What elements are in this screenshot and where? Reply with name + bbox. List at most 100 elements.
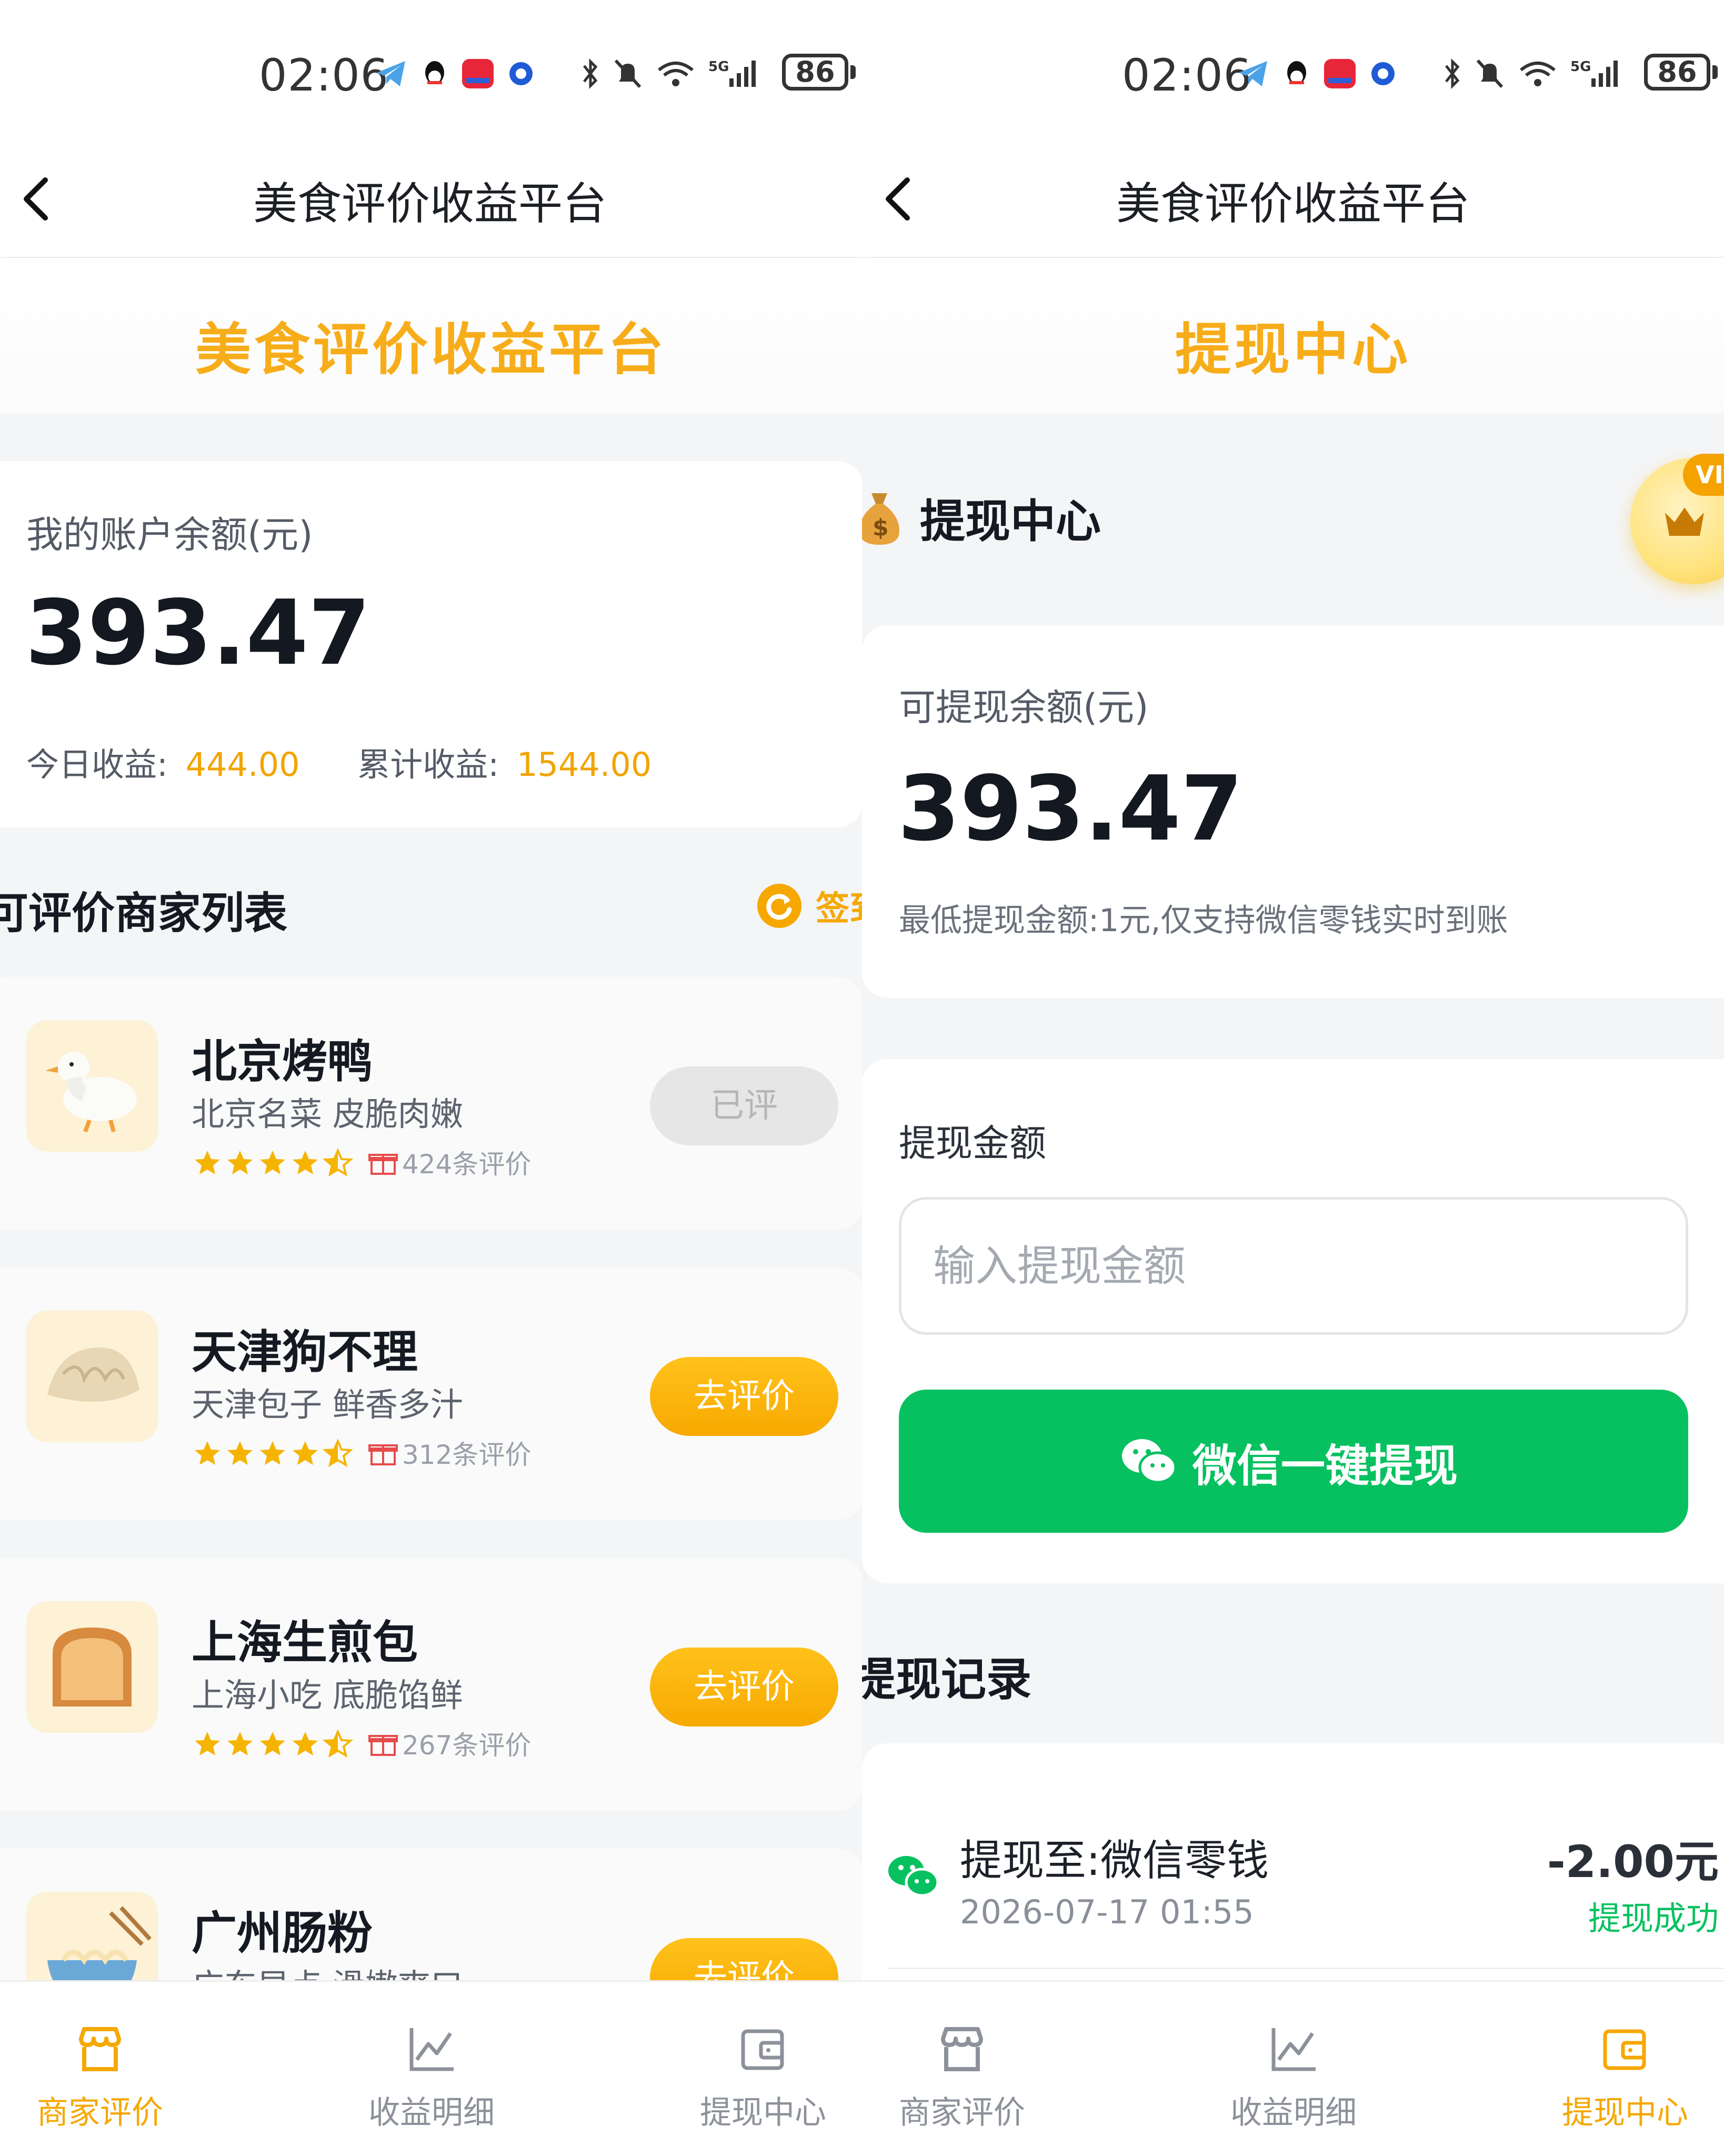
banner-title: 提现中心 — [1175, 317, 1411, 382]
nav-bar: 美食评价收益平台 — [0, 142, 862, 257]
wechat-withdraw-button[interactable]: 微信一键提现 — [899, 1390, 1688, 1533]
crown-icon — [1665, 507, 1704, 536]
dumpling-thumbnail — [26, 1311, 158, 1442]
review-count: 424条评价 — [402, 1149, 532, 1180]
tab-withdraw-center[interactable]: 提现中心 — [658, 1982, 862, 2156]
svg-text:5G: 5G — [708, 59, 729, 75]
app-ring-icon — [509, 62, 533, 85]
merchant-name: 广州肠粉 — [192, 1907, 373, 1960]
chart-line-icon — [1271, 2028, 1316, 2071]
record-row[interactable]: 提现至:微信零钱 2026-07-17 01:55 -2.00元 提现成功 — [862, 1743, 1724, 1970]
bread-icon — [53, 1628, 132, 1706]
duck-icon — [45, 1052, 137, 1133]
qq-icon — [425, 61, 444, 84]
tab-earnings-detail[interactable]: 收益明细 — [1188, 1982, 1399, 2156]
wechat-withdraw-label: 微信一键提现 — [1192, 1440, 1458, 1492]
total-earnings-label: 累计收益: — [357, 745, 499, 784]
rating-stars — [195, 1439, 354, 1468]
wifi-icon — [1520, 62, 1556, 86]
today-earnings-label: 今日收益: — [26, 745, 168, 784]
reviewed-button[interactable]: 已评 — [650, 1066, 838, 1145]
wallet-icon — [1603, 2029, 1646, 2070]
balance-label: 我的账户余额(元) — [26, 513, 313, 556]
status-bar: 02:06 5G 86 — [0, 0, 862, 142]
withdraw-header: $ 提现中心 — [862, 480, 1101, 554]
withdrawable-label: 可提现余额(元) — [899, 686, 1149, 729]
xiaohongshu-icon — [462, 59, 494, 88]
store-icon — [79, 2027, 121, 2071]
store-icon — [941, 2027, 983, 2071]
merchant-item[interactable]: 上海生煎包 上海小吃 底脆馅鲜 267条评价 去评价 — [0, 1558, 862, 1811]
bottom-tab-bar: 商家评价 收益明细 提现中心 — [0, 1980, 862, 2156]
bottom-tab-bar: 商家评价 收益明细 提现中心 — [862, 1980, 1724, 2156]
review-button[interactable]: 去评价 — [650, 1648, 838, 1726]
merchant-list-title: 可评价商家列表 — [0, 889, 288, 939]
duck-thumbnail — [26, 1020, 158, 1152]
nav-title: 美食评价收益平台 — [1116, 178, 1470, 229]
signin-button[interactable]: 签到 — [756, 882, 862, 930]
bread-thumbnail — [26, 1601, 158, 1733]
cellular-5g-icon: 5G — [1570, 59, 1618, 87]
signin-label: 签到 — [816, 890, 862, 929]
record-title: 提现至:微信零钱 — [960, 1836, 1269, 1885]
telegram-icon — [377, 61, 405, 86]
tab-merchant-review[interactable]: 商家评价 — [0, 1982, 205, 2156]
mute-bell-icon — [614, 59, 642, 88]
amount-label: 提现金额 — [899, 1122, 1046, 1165]
review-button[interactable]: 去评价 — [650, 1357, 838, 1436]
battery-tip — [850, 65, 856, 79]
merchant-name: 天津狗不理 — [192, 1326, 418, 1379]
status-time: 02:06 — [1122, 49, 1252, 101]
qq-icon — [1287, 61, 1306, 84]
balance-card: 我的账户余额(元) 393.47 今日收益: 444.00 累计收益: 1544… — [0, 461, 862, 827]
withdrawable-balance-card: 可提现余额(元) 393.47 最低提现金额:1元,仅支持微信零钱实时到账 — [862, 625, 1724, 998]
svg-text:5G: 5G — [1570, 59, 1591, 75]
record-status: 提现成功 — [1588, 1899, 1719, 1938]
withdrawable-amount: 393.47 — [898, 757, 1244, 861]
amount-input-box[interactable] — [899, 1197, 1688, 1335]
gift-icon — [368, 1444, 398, 1465]
tab-label: 提现中心 — [700, 2094, 826, 2131]
tab-withdraw-center[interactable]: 提现中心 — [1520, 1982, 1724, 2156]
balance-amount: 393.47 — [25, 581, 371, 685]
tab-earnings-detail[interactable]: 收益明细 — [326, 1982, 537, 2156]
bluetooth-icon — [1445, 58, 1460, 89]
wallet-icon — [741, 2029, 784, 2070]
rating-row: 424条评价 — [192, 1146, 532, 1180]
telegram-icon — [1239, 61, 1267, 86]
tab-label: 商家评价 — [37, 2094, 163, 2131]
merchant-review-screen: 02:06 5G 86 美食评价收益平台 美食评价收益平台 我的账户余额(元) … — [0, 0, 862, 2156]
wifi-icon — [658, 62, 694, 86]
amount-input[interactable] — [933, 1200, 1659, 1332]
tab-label: 收益明细 — [368, 2094, 495, 2131]
record-amount: -2.00元 — [1547, 1836, 1719, 1888]
banner: 提现中心 — [862, 258, 1724, 414]
status-icons: 5G — [1237, 53, 1623, 95]
chart-line-icon — [409, 2028, 454, 2071]
merchant-item[interactable]: 北京烤鸭 北京名菜 皮脆肉嫩 424条评价 已评 — [0, 977, 862, 1230]
merchant-desc: 上海小吃 底脆馅鲜 — [192, 1676, 463, 1714]
banner: 美食评价收益平台 — [0, 258, 862, 414]
tab-label: 提现中心 — [1562, 2094, 1688, 2131]
wechat-pay-icon — [888, 1856, 939, 1897]
tab-merchant-review[interactable]: 商家评价 — [862, 1982, 1067, 2156]
record-divider — [887, 1968, 1724, 1969]
gift-icon — [368, 1154, 398, 1175]
tab-label: 收益明细 — [1230, 2094, 1357, 2131]
nav-title: 美食评价收益平台 — [253, 178, 607, 229]
nav-bar: 美食评价收益平台 — [862, 142, 1724, 257]
withdraw-records-title: 提现记录 — [862, 1653, 1031, 1706]
mute-bell-icon — [1476, 59, 1504, 88]
today-earnings-value: 444.00 — [185, 745, 300, 784]
banner-title: 美食评价收益平台 — [195, 317, 667, 382]
merchant-name: 北京烤鸭 — [192, 1035, 373, 1088]
total-earnings-value: 1544.00 — [516, 745, 652, 784]
bluetooth-icon — [583, 58, 598, 89]
gift-icon — [368, 1735, 398, 1756]
merchant-item[interactable]: 天津狗不理 天津包子 鲜香多汁 312条评价 去评价 — [0, 1267, 862, 1520]
review-count: 267条评价 — [402, 1730, 532, 1761]
merchant-desc: 天津包子 鲜香多汁 — [192, 1385, 463, 1424]
record-time: 2026-07-17 01:55 — [960, 1893, 1254, 1931]
cellular-5g-icon: 5G — [708, 59, 756, 87]
battery-icon: 86 — [1644, 54, 1710, 91]
